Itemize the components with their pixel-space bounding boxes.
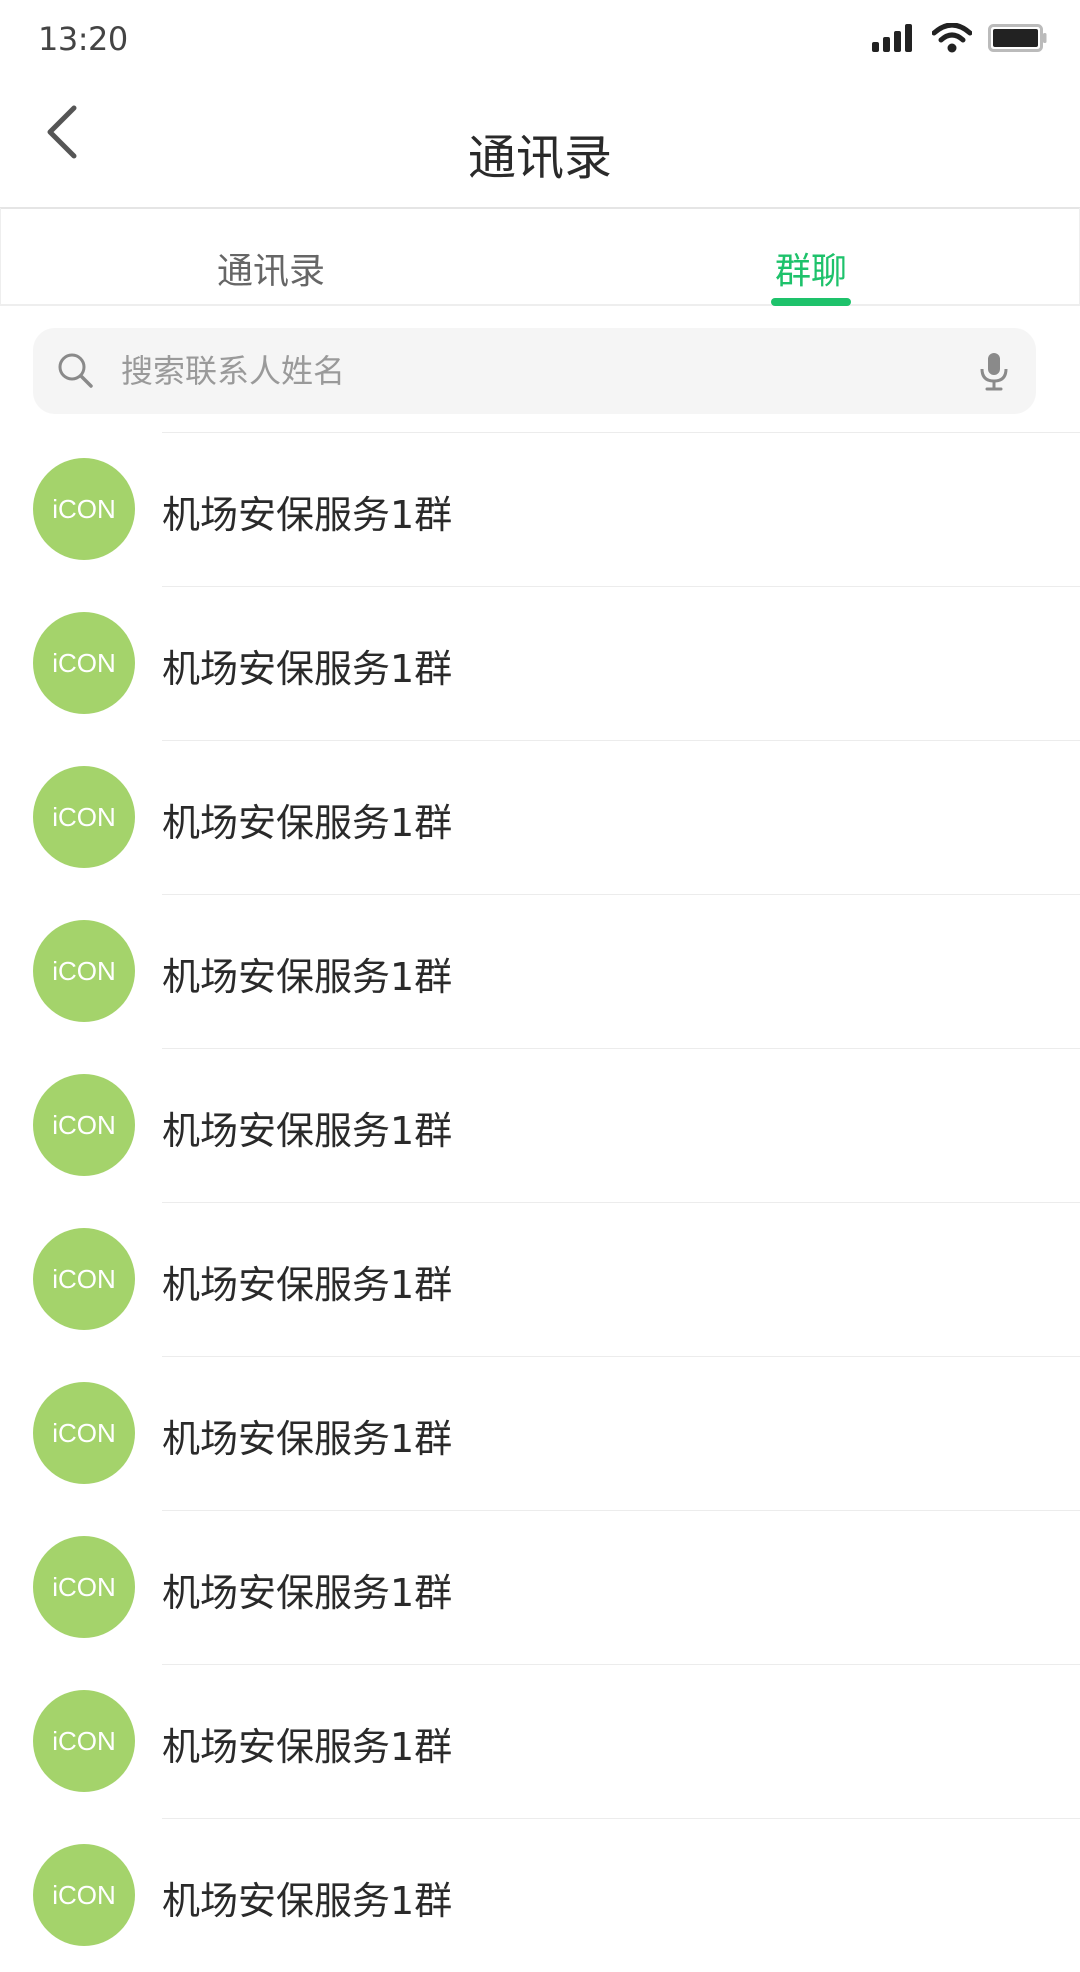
page-title: 通讯录 (467, 130, 612, 186)
group-name: 机场安保服务1群 (162, 801, 453, 845)
list-item[interactable]: iCON 机场安保服务1群 (0, 1818, 1080, 1972)
list-item[interactable]: iCON 机场安保服务1群 (0, 894, 1080, 1048)
list-item[interactable]: iCON 机场安保服务1群 (0, 586, 1080, 740)
tab-contacts-label: 通讯录 (216, 251, 325, 292)
search-icon (58, 353, 93, 388)
group-avatar: iCON (33, 612, 135, 714)
list-item[interactable]: iCON 机场安保服务1群 (0, 1664, 1080, 1818)
battery-icon (988, 24, 1047, 52)
group-name: 机场安保服务1群 (162, 1417, 453, 1461)
status-time: 13:20 (38, 20, 128, 58)
divider (162, 1202, 1080, 1203)
group-name: 机场安保服务1群 (162, 1263, 453, 1307)
list-item[interactable]: iCON 机场安保服务1群 (0, 1202, 1080, 1356)
group-name: 机场安保服务1群 (162, 1879, 453, 1923)
tab-bar: 通讯录 群聊 (0, 208, 1080, 306)
group-name: 机场安保服务1群 (162, 1725, 453, 1769)
group-avatar: iCON (33, 1690, 135, 1792)
search-box (33, 328, 1036, 414)
group-avatar: iCON (33, 1228, 135, 1330)
microphone-icon[interactable] (972, 349, 1016, 393)
list-item[interactable]: iCON 机场安保服务1群 (0, 1510, 1080, 1664)
tab-group-chats-label: 群聊 (774, 251, 847, 292)
divider (162, 1510, 1080, 1511)
group-avatar: iCON (33, 458, 135, 560)
group-avatar: iCON (33, 1844, 135, 1946)
group-list: iCON 机场安保服务1群 iCON 机场安保服务1群 iCON 机场安保服务1… (0, 432, 1080, 1972)
search-input[interactable] (109, 328, 969, 414)
wifi-icon (932, 23, 972, 53)
status-icons (872, 20, 1048, 56)
group-name: 机场安保服务1群 (162, 493, 453, 537)
group-name: 机场安保服务1群 (162, 955, 453, 999)
group-name: 机场安保服务1群 (162, 647, 453, 691)
list-item[interactable]: iCON 机场安保服务1群 (0, 1356, 1080, 1510)
status-bar: 13:20 (0, 0, 1080, 78)
list-item[interactable]: iCON 机场安保服务1群 (0, 432, 1080, 586)
signal-icon (872, 24, 912, 52)
divider (162, 1818, 1080, 1819)
group-avatar: iCON (33, 920, 135, 1022)
tab-group-chats[interactable]: 群聊 (541, 208, 1080, 306)
divider (162, 740, 1080, 741)
divider (162, 1048, 1080, 1049)
list-item[interactable]: iCON 机场安保服务1群 (0, 1048, 1080, 1202)
active-tab-indicator (771, 298, 851, 306)
list-item[interactable]: iCON 机场安保服务1群 (0, 740, 1080, 894)
nav-bar: 通讯录 (0, 78, 1080, 209)
divider (162, 1664, 1080, 1665)
divider (162, 894, 1080, 895)
divider (162, 1356, 1080, 1357)
divider (162, 586, 1080, 587)
group-avatar: iCON (33, 1074, 135, 1176)
group-avatar: iCON (33, 1536, 135, 1638)
group-name: 机场安保服务1群 (162, 1571, 453, 1615)
group-avatar: iCON (33, 1382, 135, 1484)
tab-contacts[interactable]: 通讯录 (1, 208, 541, 306)
divider (162, 432, 1080, 433)
group-avatar: iCON (33, 766, 135, 868)
group-name: 机场安保服务1群 (162, 1109, 453, 1153)
